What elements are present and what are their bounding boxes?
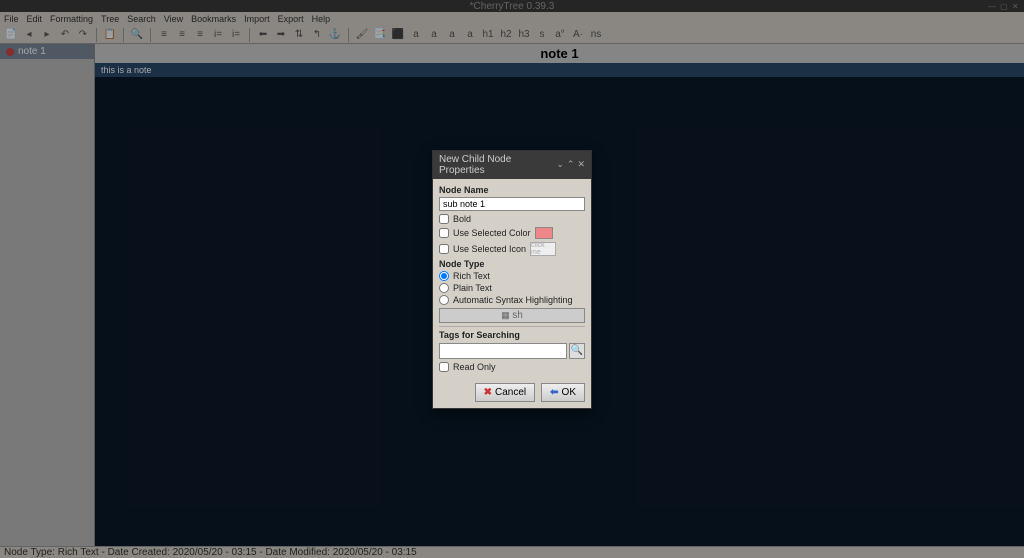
rich-text-label: Rich Text xyxy=(453,271,490,281)
read-only-label: Read Only xyxy=(453,362,496,372)
cancel-icon: ✖ xyxy=(484,387,492,398)
ok-label: OK xyxy=(562,387,576,398)
dialog-expand-icon[interactable]: ⌃ xyxy=(567,159,575,170)
node-name-input[interactable] xyxy=(439,197,585,211)
node-type-label: Node Type xyxy=(439,259,585,269)
tags-input[interactable] xyxy=(439,343,567,359)
search-icon: 🔍 xyxy=(571,345,583,356)
icon-button[interactable]: click me xyxy=(530,242,556,256)
plain-text-radio[interactable] xyxy=(439,283,449,293)
cancel-button[interactable]: ✖ Cancel xyxy=(475,383,536,402)
bold-checkbox[interactable] xyxy=(439,214,449,224)
use-color-label: Use Selected Color xyxy=(453,228,531,238)
dialog-title-text: New Child Node Properties xyxy=(439,154,556,176)
syntax-dropdown[interactable]: ▦ sh xyxy=(439,308,585,323)
color-swatch[interactable] xyxy=(535,227,553,239)
read-only-checkbox[interactable] xyxy=(439,362,449,372)
dialog-close-icon[interactable]: ✕ xyxy=(577,159,585,170)
separator xyxy=(439,326,585,327)
syntax-radio[interactable] xyxy=(439,295,449,305)
use-icon-label: Use Selected Icon xyxy=(453,244,526,254)
node-name-label: Node Name xyxy=(439,185,585,195)
bold-label: Bold xyxy=(453,214,471,224)
dialog-titlebar[interactable]: New Child Node Properties ⌄ ⌃ ✕ xyxy=(433,151,591,179)
use-icon-checkbox[interactable] xyxy=(439,244,449,254)
rich-text-radio[interactable] xyxy=(439,271,449,281)
tags-label: Tags for Searching xyxy=(439,330,585,340)
cancel-label: Cancel xyxy=(495,387,526,398)
use-color-checkbox[interactable] xyxy=(439,228,449,238)
new-child-node-dialog: New Child Node Properties ⌄ ⌃ ✕ Node Nam… xyxy=(432,150,592,409)
modal-overlay: New Child Node Properties ⌄ ⌃ ✕ Node Nam… xyxy=(0,0,1024,558)
dialog-collapse-icon[interactable]: ⌄ xyxy=(556,159,564,170)
tags-search-button[interactable]: 🔍 xyxy=(569,343,585,359)
ok-icon: ⬅ xyxy=(550,387,558,398)
plain-text-label: Plain Text xyxy=(453,283,492,293)
ok-button[interactable]: ⬅ OK xyxy=(541,383,585,402)
syntax-label: Automatic Syntax Highlighting xyxy=(453,295,573,305)
